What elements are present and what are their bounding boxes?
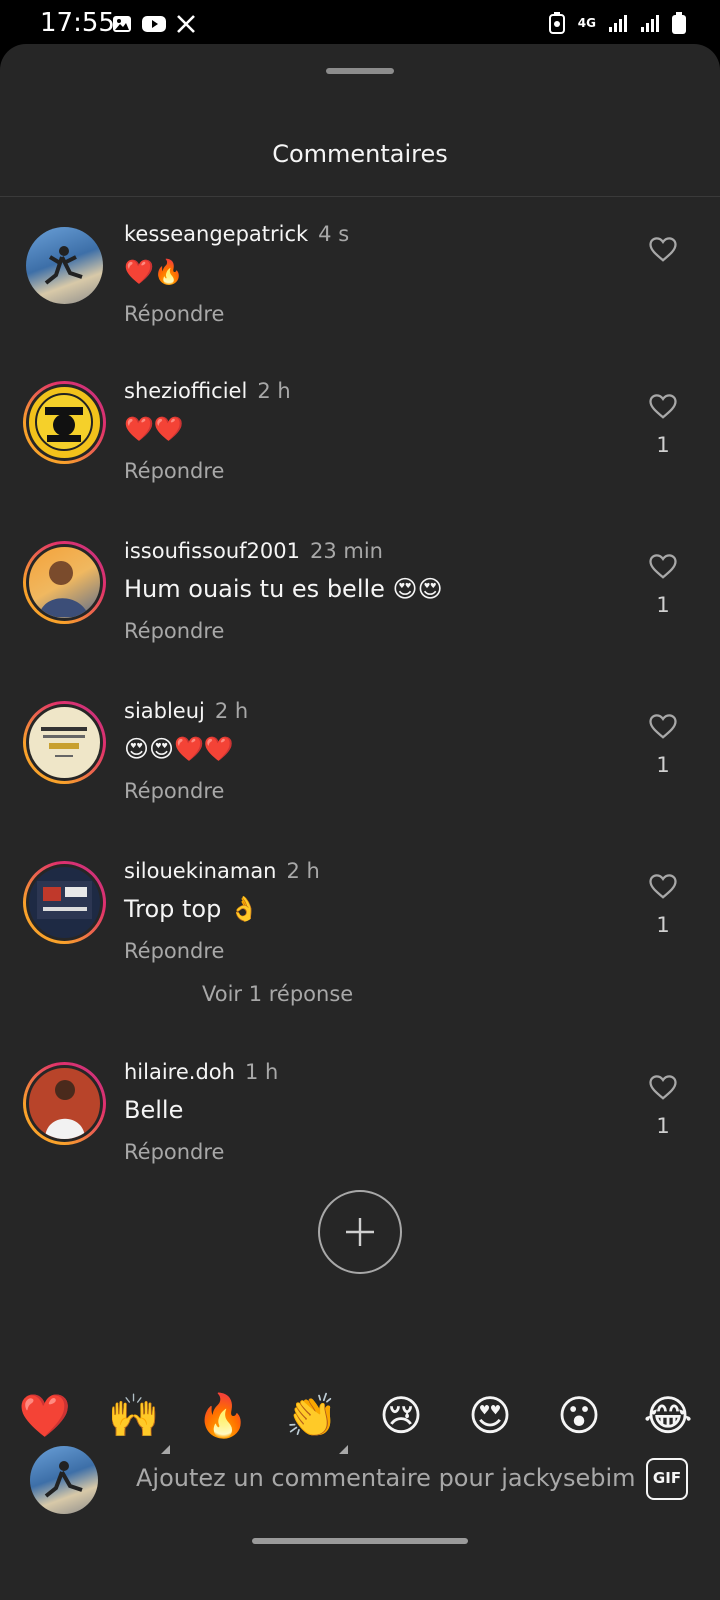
comment-item: sheziofficiel 2 h ❤️❤️ Répondre 1 [0, 379, 720, 521]
plus-icon [346, 1218, 374, 1246]
reply-button[interactable]: Répondre [124, 779, 224, 803]
youtube-icon [142, 16, 166, 32]
comment-username[interactable]: issoufissouf2001 [124, 539, 300, 563]
status-bar: 17:55 4G [0, 0, 720, 48]
variant-indicator [339, 1445, 348, 1454]
comment-time: 23 min [309, 539, 383, 563]
signal-icon [609, 15, 627, 32]
comment-username[interactable]: silouekinaman [124, 859, 277, 883]
avatar[interactable] [23, 381, 106, 464]
comment-time: 1 h [244, 1060, 279, 1084]
comment-item: hilaire.doh 1 h Belle Répondre 1 [0, 1060, 720, 1202]
heart-icon[interactable] [648, 551, 678, 581]
signal-icon [641, 15, 659, 32]
gallery-icon [113, 16, 131, 32]
reaction-heart-eyes[interactable]: 😍 [458, 1384, 522, 1448]
gif-button[interactable]: GIF [646, 1458, 688, 1500]
battery-icon [672, 12, 686, 34]
comment-username[interactable]: siableuj [124, 699, 205, 723]
reply-button[interactable]: Répondre [124, 459, 224, 483]
heart-icon[interactable] [648, 234, 678, 264]
comment-time: 4 s [318, 222, 350, 246]
comment-time: 2 h [257, 379, 291, 403]
like-count: 1 [656, 913, 670, 937]
reaction-surprised[interactable]: 😮 [547, 1384, 611, 1448]
comment-text: Trop top 👌 [124, 895, 259, 923]
quick-reactions-bar: ❤️ 🙌 🔥 👏 😢 😍 😮 😂 [0, 1384, 720, 1454]
comment-header: hilaire.doh 1 h [124, 1060, 278, 1084]
home-indicator[interactable] [252, 1538, 468, 1544]
reaction-fire[interactable]: 🔥 [191, 1384, 255, 1448]
heart-icon[interactable] [648, 871, 678, 901]
avatar[interactable] [23, 224, 106, 307]
reaction-crying[interactable]: 😢 [369, 1384, 433, 1448]
like-count: 1 [656, 753, 670, 777]
reaction-clap[interactable]: 👏 [280, 1384, 348, 1454]
comment-username[interactable]: hilaire.doh [124, 1060, 235, 1084]
add-button[interactable] [318, 1190, 402, 1274]
reaction-clap-glyph: 👏 [285, 1391, 339, 1440]
comment-username[interactable]: kesseangepatrick [124, 222, 308, 246]
reply-button[interactable]: Répondre [124, 1140, 224, 1164]
variant-indicator [161, 1445, 170, 1454]
heart-icon[interactable] [648, 391, 678, 421]
comment-input[interactable]: Ajoutez un commentaire pour jackysebim [136, 1464, 636, 1492]
comment-item: issoufissouf2001 23 min Hum ouais tu es b… [0, 539, 720, 681]
like-count: 1 [656, 593, 670, 617]
reaction-laughing[interactable]: 😂 [636, 1384, 700, 1448]
heart-icon[interactable] [648, 711, 678, 741]
comment-header: sheziofficiel 2 h [124, 379, 291, 403]
sheet-title: Commentaires [272, 140, 448, 168]
system-icons: 4G [548, 12, 686, 34]
comment-time: 2 h [286, 859, 320, 883]
reaction-raising-hands[interactable]: 🙌 [102, 1384, 170, 1454]
avatar[interactable] [23, 541, 106, 624]
battery-saver-icon [548, 12, 565, 34]
like-count: 1 [656, 1114, 670, 1138]
heart-icon[interactable] [648, 1072, 678, 1102]
comment-header: silouekinaman 2 h [124, 859, 320, 883]
comment-username[interactable]: sheziofficiel [124, 379, 247, 403]
comment-text: 😍😍❤️❤️ [124, 735, 234, 763]
divider [0, 196, 720, 197]
comment-header: issoufissouf2001 23 min [124, 539, 383, 563]
comment-header: siableuj 2 h [124, 699, 248, 723]
view-replies-button[interactable]: Voir 1 réponse [202, 982, 353, 1006]
status-time: 17:55 [40, 8, 115, 38]
reaction-raising-hands-glyph: 🙌 [107, 1391, 161, 1440]
comment-item: siableuj 2 h 😍😍❤️❤️ Répondre 1 [0, 699, 720, 841]
reaction-heart[interactable]: ❤️ [13, 1384, 77, 1448]
avatar[interactable] [23, 1062, 106, 1145]
comment-text: Belle [124, 1096, 184, 1124]
reply-button[interactable]: Répondre [124, 939, 224, 963]
comment-item: silouekinaman 2 h Trop top 👌 Répondre 1 [0, 859, 720, 1001]
avatar[interactable] [23, 701, 106, 784]
reply-button[interactable]: Répondre [124, 302, 224, 326]
comment-text: Hum ouais tu es belle 😍😍 [124, 575, 443, 603]
comment-header: kesseangepatrick 4 s [124, 222, 349, 246]
drag-handle[interactable] [326, 68, 394, 74]
avatar[interactable] [23, 861, 106, 944]
my-avatar [30, 1446, 98, 1514]
comment-text: ❤️🔥 [124, 258, 184, 286]
x-icon [177, 15, 195, 33]
reply-button[interactable]: Répondre [124, 619, 224, 643]
like-count: 1 [656, 433, 670, 457]
notification-icons [112, 14, 196, 34]
comment-time: 2 h [214, 699, 249, 723]
network-4g-icon: 4G [577, 16, 596, 30]
comment-item: kesseangepatrick 4 s ❤️🔥 Répondre [0, 222, 720, 364]
comment-text: ❤️❤️ [124, 415, 184, 443]
